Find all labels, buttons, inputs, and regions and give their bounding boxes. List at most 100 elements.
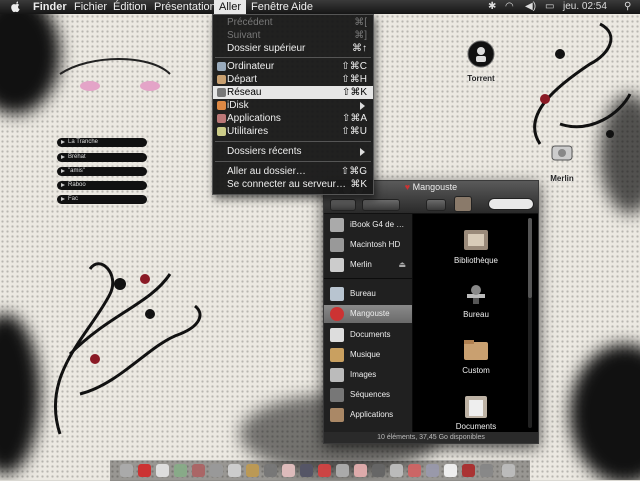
spotlight-icon[interactable]: ⚲ bbox=[624, 0, 631, 14]
dock-app-icon[interactable] bbox=[228, 464, 241, 477]
toolbar-custom-icon[interactable] bbox=[454, 196, 472, 212]
menu-item-dossiers-recents[interactable]: Dossiers récents bbox=[213, 145, 373, 158]
desktop-shortcut-item[interactable]: Fac bbox=[57, 195, 147, 204]
menu-edition[interactable]: Édition bbox=[113, 0, 147, 14]
menu-item-suivant: Suivant ⌘] bbox=[227, 30, 367, 41]
computer-icon bbox=[217, 62, 226, 71]
library-folder-icon bbox=[464, 230, 488, 250]
dock-app-icon[interactable] bbox=[192, 464, 205, 477]
menu-item-se-connecter[interactable]: Se connecter au serveur… ⌘K bbox=[213, 178, 373, 191]
documents-folder-icon bbox=[465, 396, 487, 418]
folder-icon bbox=[464, 340, 488, 360]
finder-sidebar: iBook G4 de … Macintosh HD Merlin ⏏ Bure… bbox=[324, 214, 413, 432]
dock-app-icon[interactable] bbox=[300, 464, 313, 477]
menu-item-reseau[interactable]: Réseau ⇧⌘K bbox=[213, 86, 373, 99]
desktop-folder-icon bbox=[330, 287, 344, 301]
bluetooth-icon[interactable]: ✱ bbox=[488, 0, 496, 14]
dock-app-icon[interactable] bbox=[480, 464, 493, 477]
eject-icon[interactable]: ⏏ bbox=[398, 256, 406, 274]
menu-bar: Finder Fichier Édition Présentation Alle… bbox=[0, 0, 640, 14]
volume-icon[interactable]: ◀) bbox=[525, 0, 536, 14]
menu-aide[interactable]: Aide bbox=[291, 0, 313, 14]
desktop-shortcut-item[interactable]: La Tranche bbox=[57, 138, 147, 147]
sidebar-item-merlin[interactable]: Merlin ⏏ bbox=[324, 256, 412, 274]
menu-item-ordinateur[interactable]: Ordinateur ⇧⌘C bbox=[213, 60, 373, 73]
finder-window: ♥ Mangouste iBook G4 de … Macintosh HD M… bbox=[323, 180, 539, 444]
desktop-shortcut-item[interactable]: "amis" bbox=[57, 167, 147, 176]
utilities-icon bbox=[217, 127, 226, 136]
sidebar-item-bureau[interactable]: Bureau bbox=[324, 285, 412, 303]
scrollbar-thumb[interactable] bbox=[528, 218, 532, 298]
back-forward-button[interactable] bbox=[330, 199, 356, 211]
sidebar-item-applications[interactable]: Applications bbox=[324, 406, 412, 424]
laptop-icon bbox=[330, 218, 344, 232]
home-icon bbox=[217, 75, 226, 84]
desktop-shortcut-item[interactable]: Raboo bbox=[57, 181, 147, 190]
dock-app-icon[interactable] bbox=[336, 464, 349, 477]
search-input[interactable] bbox=[488, 198, 534, 210]
sidebar-item-mangouste[interactable]: Mangouste bbox=[324, 305, 412, 323]
menu-item-dossier-superieur[interactable]: Dossier supérieur ⌘↑ bbox=[213, 42, 373, 55]
sidebar-item-ibook[interactable]: iBook G4 de … bbox=[324, 216, 412, 234]
applications-folder-icon bbox=[330, 408, 344, 422]
menu-fenetre[interactable]: Fenêtre bbox=[251, 0, 289, 14]
menu-item-precedent: Précédent ⌘[ bbox=[227, 17, 367, 28]
menu-aller[interactable]: Aller bbox=[214, 0, 247, 14]
dock-app-icon[interactable] bbox=[372, 464, 385, 477]
disclosure-arrow-icon bbox=[61, 155, 65, 159]
desktop-icon-label: Merlin bbox=[550, 174, 574, 183]
applications-icon bbox=[217, 114, 226, 123]
apple-menu-icon[interactable] bbox=[10, 1, 21, 13]
sidebar-separator bbox=[324, 278, 412, 279]
menu-item-idisk[interactable]: iDisk bbox=[213, 99, 373, 112]
menu-item-depart[interactable]: Départ ⇧⌘H bbox=[213, 73, 373, 86]
menu-finder[interactable]: Finder bbox=[33, 0, 67, 14]
dock-app-icon[interactable] bbox=[210, 464, 223, 477]
dock-app-icon[interactable] bbox=[426, 464, 439, 477]
idisk-icon bbox=[217, 101, 226, 110]
dock-app-icon[interactable] bbox=[174, 464, 187, 477]
network-volume-icon bbox=[551, 145, 573, 161]
dock-app-icon[interactable] bbox=[444, 464, 457, 477]
menu-presentation[interactable]: Présentation bbox=[154, 0, 216, 14]
dock-app-icon[interactable] bbox=[120, 464, 133, 477]
menu-item-applications[interactable]: Applications ⇧⌘A bbox=[213, 112, 373, 125]
menu-item-utilitaires[interactable]: Utilitaires ⇧⌘U bbox=[213, 125, 373, 138]
desktop-shortcut-item[interactable]: Bréhat bbox=[57, 153, 147, 162]
menu-fichier[interactable]: Fichier bbox=[74, 0, 107, 14]
disclosure-arrow-icon bbox=[61, 183, 65, 187]
action-gear-button[interactable] bbox=[426, 199, 446, 211]
wifi-icon[interactable]: ◠ bbox=[505, 0, 514, 14]
dock-app-icon[interactable] bbox=[462, 464, 475, 477]
dock-app-icon[interactable] bbox=[408, 464, 421, 477]
dock-app-icon[interactable] bbox=[282, 464, 295, 477]
sidebar-item-documents[interactable]: Documents bbox=[324, 326, 412, 344]
dock-app-icon[interactable] bbox=[264, 464, 277, 477]
menu-separator bbox=[215, 161, 371, 162]
sidebar-item-musique[interactable]: Musique bbox=[324, 346, 412, 364]
dock-app-icon[interactable] bbox=[354, 464, 367, 477]
dock-app-icon[interactable] bbox=[318, 464, 331, 477]
desktop-icon-torrent[interactable] bbox=[467, 40, 495, 68]
dock-app-icon[interactable] bbox=[138, 464, 151, 477]
home-icon: ♥ bbox=[404, 182, 411, 192]
dock-app-icon[interactable] bbox=[390, 464, 403, 477]
dock-app-icon[interactable] bbox=[156, 464, 169, 477]
sidebar-item-sequences[interactable]: Séquences bbox=[324, 386, 412, 404]
vertical-scrollbar[interactable] bbox=[528, 218, 532, 428]
battery-icon[interactable]: ▭ bbox=[545, 0, 554, 14]
sidebar-item-macintosh-hd[interactable]: Macintosh HD bbox=[324, 236, 412, 254]
dock-app-icon[interactable] bbox=[246, 464, 259, 477]
view-mode-buttons[interactable] bbox=[362, 199, 400, 211]
torrent-icon bbox=[467, 40, 495, 68]
trash-icon[interactable] bbox=[502, 464, 515, 477]
menu-separator bbox=[215, 57, 371, 58]
documents-folder-icon bbox=[330, 328, 344, 342]
finder-content: Bibliothèque Bureau Custom Documents bbox=[413, 214, 538, 432]
submenu-arrow-icon bbox=[360, 102, 365, 110]
menu-item-aller-au-dossier[interactable]: Aller au dossier… ⇧⌘G bbox=[213, 165, 373, 178]
desktop-icon-merlin[interactable] bbox=[549, 140, 575, 166]
sidebar-item-images[interactable]: Images bbox=[324, 366, 412, 384]
menubar-clock[interactable]: jeu. 02:54 bbox=[563, 0, 607, 14]
disclosure-arrow-icon bbox=[61, 169, 65, 173]
